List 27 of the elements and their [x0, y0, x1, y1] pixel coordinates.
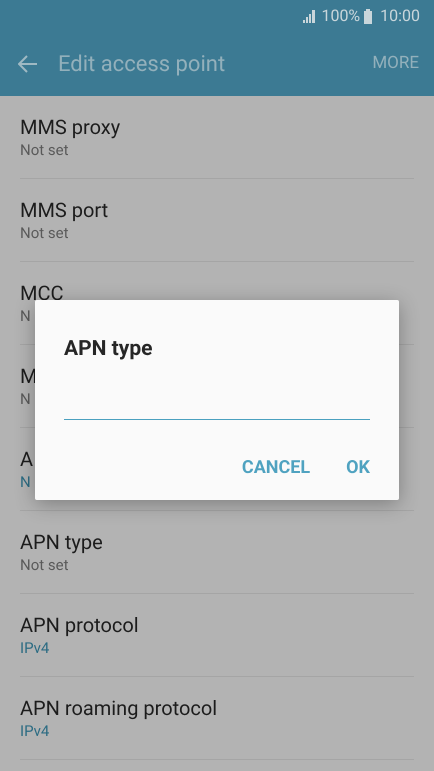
- setting-value: Not set: [20, 223, 68, 243]
- clock: 10:00: [380, 5, 420, 27]
- setting-title: APN type: [20, 529, 103, 555]
- setting-value: N: [20, 389, 31, 409]
- setting-title: A: [20, 446, 34, 472]
- back-arrow-icon[interactable]: [18, 55, 38, 73]
- setting-title: APN roaming protocol: [20, 695, 218, 721]
- battery-icon: [364, 8, 372, 24]
- setting-row[interactable]: APN protocol IPv4: [20, 594, 414, 677]
- setting-value: IPv4: [20, 638, 50, 658]
- setting-value: N: [20, 306, 31, 326]
- setting-row[interactable]: APN roaming protocol IPv4: [20, 677, 414, 760]
- setting-title: MMS port: [20, 197, 108, 223]
- setting-title: MMS proxy: [20, 114, 120, 140]
- setting-value: Not set: [20, 555, 68, 575]
- setting-value: IPv4: [20, 721, 50, 741]
- screen-title: Edit access point: [58, 50, 226, 78]
- setting-row[interactable]: MMS port Not set: [20, 179, 414, 262]
- signal-icon: [303, 10, 318, 22]
- setting-value: Not set: [20, 140, 68, 160]
- battery-percent: 100%: [321, 5, 360, 27]
- setting-row[interactable]: APN type Not set: [20, 511, 414, 594]
- dialog-title: APN type: [64, 336, 154, 363]
- setting-title: MCC: [20, 280, 64, 306]
- setting-title: APN protocol: [20, 612, 139, 638]
- setting-value: N: [20, 472, 31, 492]
- setting-row[interactable]: MMS proxy Not set: [20, 96, 414, 179]
